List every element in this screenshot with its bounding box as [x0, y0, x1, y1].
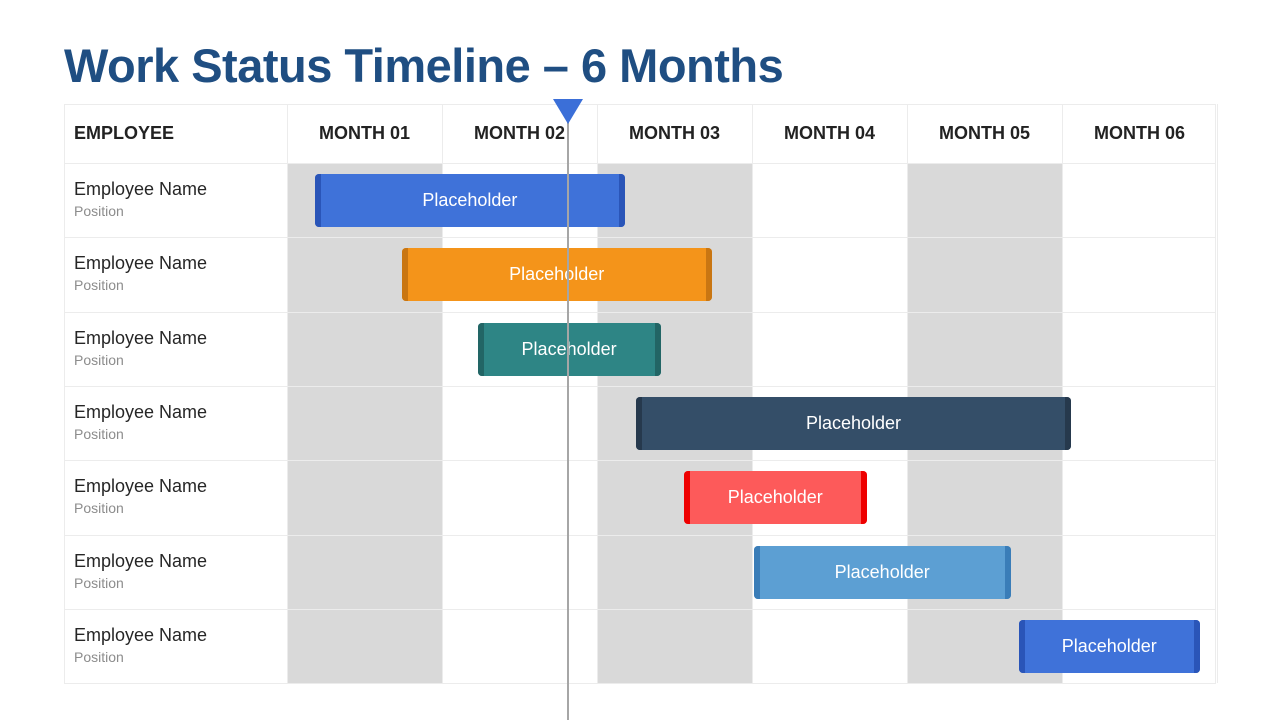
grid-line-horizontal: [64, 535, 1216, 536]
employee-name: Employee Name: [74, 179, 208, 199]
grid-line-horizontal: [64, 609, 1216, 610]
task-bar-cap-left: [314, 174, 321, 227]
grid-line-vertical: [1217, 104, 1218, 683]
grid-line-vertical: [752, 104, 753, 683]
header-month: MONTH 04: [783, 123, 875, 143]
employee-cell: Employee Name Position: [74, 476, 207, 516]
task-bar-label: Placeholder: [727, 487, 823, 508]
task-bar[interactable]: Placeholder: [477, 322, 661, 376]
employee-name: Employee Name: [74, 401, 208, 422]
employee-cell: Employee Name Position: [74, 253, 207, 293]
current-time-marker-line: [566, 112, 569, 720]
header-month: MONTH 05: [938, 123, 1030, 143]
employee-cell: Employee Name Position: [74, 179, 207, 219]
task-bar-cap-left: [401, 248, 408, 302]
employee-name: Employee Name: [74, 253, 208, 274]
grid-line-vertical: [1215, 104, 1216, 683]
task-bar-label: Placeholder: [509, 264, 605, 285]
task-bar-cap-right: [1004, 545, 1011, 599]
employee-position: Position: [74, 500, 124, 517]
task-bar-cap-right: [618, 174, 625, 227]
grid-line-horizontal: [64, 237, 1216, 238]
task-bar[interactable]: Placeholder: [753, 545, 1011, 599]
task-bar[interactable]: Placeholder: [683, 471, 867, 525]
employee-cell: Employee Name Position: [74, 328, 207, 368]
task-bar-cap-right: [705, 248, 712, 302]
employee-name: Employee Name: [74, 550, 208, 571]
header-month: MONTH 06: [1093, 123, 1185, 143]
shaded-month-column: [287, 163, 442, 683]
grid-line-horizontal: [64, 163, 1216, 164]
task-bar-label: Placeholder: [834, 561, 930, 582]
task-bar-cap-right: [654, 322, 661, 376]
current-time-marker-triangle-icon: [552, 99, 583, 124]
task-bar-cap-left: [635, 396, 642, 450]
task-bar[interactable]: Placeholder: [401, 248, 712, 302]
task-bar-cap-left: [683, 471, 690, 525]
employee-position: Position: [74, 203, 124, 219]
task-bar-cap-right: [1065, 396, 1072, 450]
employee-cell: Employee Name Position: [74, 402, 207, 442]
employee-position: Position: [74, 277, 124, 294]
task-bar-label: Placeholder: [805, 412, 902, 433]
task-bar-label: Placeholder: [1061, 635, 1157, 656]
task-bar-cap-right: [1193, 619, 1200, 673]
grid-line-vertical: [287, 104, 288, 683]
employee-position: Position: [74, 425, 124, 442]
header-employee: EMPLOYEE: [74, 123, 175, 143]
grid-line-horizontal: [64, 683, 1216, 684]
employee-name: Employee Name: [74, 327, 208, 348]
timeline-grid: EMPLOYEE MONTH 01 MONTH 02 MONTH 03 MONTH 0…: [64, 104, 1218, 684]
task-bar-label: Placeholder: [521, 338, 617, 359]
employee-position: Position: [74, 351, 124, 368]
employee-name: Employee Name: [74, 476, 208, 497]
task-bar[interactable]: Placeholder: [635, 396, 1072, 450]
task-bar-label: Placeholder: [422, 190, 518, 210]
grid-line-horizontal: [64, 312, 1216, 313]
header-month: MONTH 03: [628, 123, 720, 143]
page-title: Work Status Timeline – 6 Months: [64, 39, 784, 92]
grid-line-vertical: [1062, 104, 1063, 683]
employee-cell: Employee Name Position: [74, 625, 207, 665]
employee-position: Position: [74, 574, 124, 591]
employee-cell: Employee Name Position: [74, 551, 207, 591]
task-bar[interactable]: Placeholder: [314, 174, 625, 227]
task-bar-cap-left: [477, 322, 484, 376]
task-bar-cap-left: [1018, 619, 1025, 673]
grid-line-vertical: [64, 104, 65, 683]
employee-position: Position: [74, 648, 124, 665]
task-bar[interactable]: Placeholder: [1018, 619, 1200, 673]
grid-line-horizontal: [64, 386, 1216, 387]
task-bar-cap-left: [753, 545, 760, 599]
task-bar-cap-right: [860, 471, 867, 525]
grid-line-horizontal: [64, 460, 1216, 461]
header-month: MONTH 01: [318, 123, 410, 143]
employee-name: Employee Name: [74, 624, 208, 645]
